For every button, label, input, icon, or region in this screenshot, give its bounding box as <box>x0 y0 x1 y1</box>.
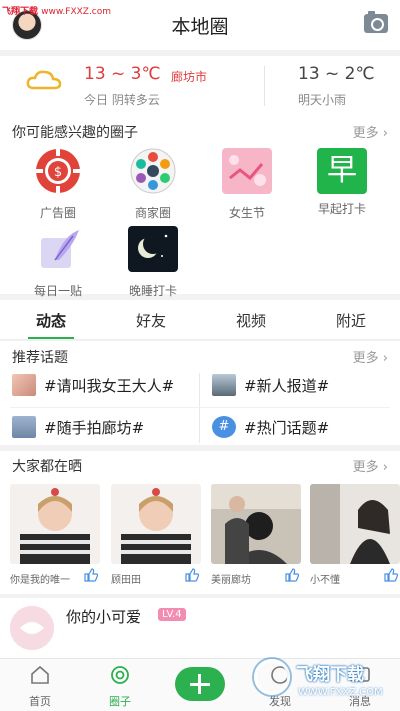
nav-label: 首页 <box>29 695 51 708</box>
topic-text: #请叫我女王大人# <box>44 377 175 395</box>
share-user-name: 顾田田 <box>111 575 141 586</box>
circle-label: 每日一贴 <box>33 284 82 298</box>
weather-divider <box>264 66 265 106</box>
thumbs-up-icon[interactable] <box>285 568 299 582</box>
circles-icon <box>111 666 129 684</box>
recommended-circles: 你可能感兴趣的圈子 更多 › $ 广告圈 商家圈 女生节 早 早起打卡 每日一贴… <box>0 114 400 298</box>
today-city: 廊坊市 <box>171 70 208 84</box>
share-photo <box>310 484 400 564</box>
shares-title: 大家都在晒 <box>12 459 82 475</box>
watermark-top: 飞翔下载 www.FXXZ.com <box>2 7 112 17</box>
nav-label: 圈子 <box>109 695 131 708</box>
today-temperature: 13 ~ 3℃ <box>84 64 161 84</box>
topic-thumbnail <box>12 416 36 438</box>
active-tab-indicator <box>28 337 74 339</box>
feather-note-icon <box>41 230 79 268</box>
circle-item-early-rise[interactable]: 早 早起打卡 <box>307 148 377 217</box>
feed-tabs: 动态 好友 视频 附近 <box>0 300 400 340</box>
svg-text:$: $ <box>54 165 62 180</box>
share-user-name: 你是我的唯一 <box>10 575 70 586</box>
everyone-sharing: 大家都在晒 更多 › 你是我的唯一 顾田田 美丽廊坊 小不懂 <box>0 451 400 594</box>
circle-label: 女生节 <box>228 206 265 220</box>
share-user-name: 美丽廊坊 <box>211 575 251 586</box>
circle-label: 广告圈 <box>39 206 76 220</box>
tab-dynamics[interactable]: 动态 <box>21 310 81 331</box>
camera-icon[interactable] <box>364 11 388 33</box>
watermark-bottom: 飞翔下载 WWW.FXXZ.COM <box>252 655 400 711</box>
share-user-name: 小不懂 <box>310 575 340 586</box>
share-card[interactable]: 你是我的唯一 <box>10 484 100 586</box>
circle-label: 晚睡打卡 <box>128 284 177 298</box>
tomorrow-description: 明天小雨 <box>298 93 347 107</box>
cloudy-icon <box>26 70 62 90</box>
tab-friends[interactable]: 好友 <box>121 310 181 331</box>
circles-title: 你可能感兴趣的圈子 <box>12 125 138 141</box>
topic-text: #随手拍廊坊# <box>44 419 145 437</box>
chip-icon: $ <box>36 149 80 193</box>
watermark-brand: 飞翔下载 <box>296 665 364 685</box>
weather-panel[interactable]: 13 ~ 3℃ 廊坊市 今日 阴转多云 13 ~ 2℃ 明天小雨 <box>0 56 400 114</box>
girls-day-icon <box>222 148 272 194</box>
feed-post[interactable]: 你的小可爱 LV.4 <box>0 598 400 658</box>
thumbs-up-icon[interactable] <box>384 568 398 582</box>
circle-label: 早起打卡 <box>317 202 366 216</box>
post-author-name[interactable]: 你的小可爱 <box>66 606 141 627</box>
home-icon <box>31 665 49 684</box>
thumbs-up-icon[interactable] <box>185 568 199 582</box>
flower-icon <box>130 148 176 194</box>
shares-more-link[interactable]: 更多 › <box>353 456 388 475</box>
circle-item-girls-day[interactable]: 女生节 <box>212 148 282 221</box>
share-photo <box>211 484 301 564</box>
share-card[interactable]: 小不懂 <box>310 484 400 586</box>
circle-item-merchant[interactable]: 商家圈 <box>118 148 188 221</box>
nav-circles[interactable]: 圈子 <box>90 665 150 709</box>
share-photo <box>10 484 100 564</box>
post-avatar[interactable] <box>10 606 54 650</box>
topic-thumbnail <box>12 374 36 396</box>
tab-nearby[interactable]: 附近 <box>321 310 381 331</box>
watermark-url: WWW.FXXZ.COM <box>298 687 383 698</box>
level-badge: LV.4 <box>158 608 186 621</box>
topic-thumbnail <box>212 374 236 396</box>
share-card[interactable]: 美丽廊坊 <box>211 484 301 586</box>
add-post-button[interactable] <box>175 667 225 701</box>
topic-text: #新人报道# <box>244 377 330 395</box>
nav-home[interactable]: 首页 <box>10 665 70 709</box>
circle-item-ad[interactable]: $ 广告圈 <box>23 148 93 221</box>
circle-item-late-sleep[interactable]: 晚睡打卡 <box>118 226 188 299</box>
circle-label: 商家圈 <box>134 206 171 220</box>
topic-row-divider <box>10 407 390 408</box>
night-icon <box>128 226 178 272</box>
topics-title: 推荐话题 <box>12 350 68 366</box>
topic-text: #热门话题# <box>244 419 330 437</box>
topics-more-link[interactable]: 更多 › <box>353 347 388 366</box>
watermark-logo-icon <box>254 659 290 695</box>
top-bar: 本地圈 飞翔下载 www.FXXZ.com <box>0 0 400 50</box>
share-photo <box>111 484 201 564</box>
hashtag-icon: # <box>212 416 236 438</box>
tomorrow-temperature: 13 ~ 2℃ <box>298 64 375 84</box>
tab-videos[interactable]: 视频 <box>221 310 281 331</box>
zao-icon: 早 <box>317 148 367 194</box>
topic-divider <box>199 373 200 443</box>
share-card[interactable]: 顾田田 <box>111 484 201 586</box>
circle-item-daily-post[interactable]: 每日一贴 <box>23 226 93 299</box>
recommended-topics: 推荐话题 更多 › #请叫我女王大人# #新人报道# #随手拍廊坊# # #热门… <box>0 341 400 445</box>
circles-more-link[interactable]: 更多 › <box>353 122 388 141</box>
today-description: 今日 阴转多云 <box>84 93 160 107</box>
thumbs-up-icon[interactable] <box>84 568 98 582</box>
